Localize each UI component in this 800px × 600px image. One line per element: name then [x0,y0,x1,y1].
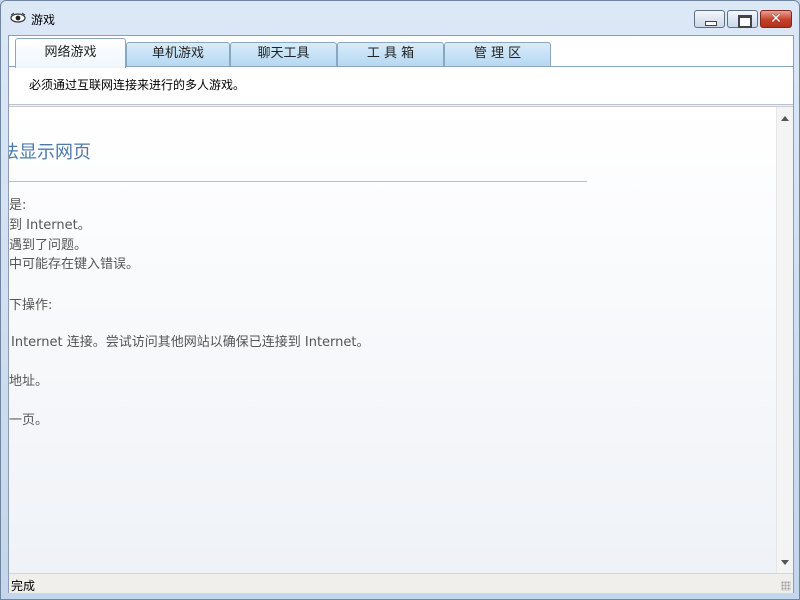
tab-toolbox[interactable]: 工 具 箱 [337,42,444,66]
tab-admin-area[interactable]: 管 理 区 [444,42,551,66]
close-icon: ✕ [770,11,782,27]
tab-strip: 网络游戏 单机游戏 聊天工具 工 具 箱 管 理 区 [9,36,793,68]
error-line: 下操作: [9,298,53,313]
error-line: 地址。 [9,374,49,389]
minimize-icon [695,11,724,27]
error-line: Internet 连接。尝试访问其他网站以确保已连接到 Internet。 [11,335,370,350]
status-text: 完成 [11,579,36,593]
description-panel: 必须通过互联网连接来进行的多人游戏。 [9,67,793,105]
window-title: 游戏 [31,13,56,27]
minimize-button[interactable] [694,10,725,28]
close-button[interactable]: ✕ [760,10,792,28]
error-line: 到 Internet。 [9,218,91,233]
tab-online-games[interactable]: 网络游戏 [15,38,126,68]
scroll-down-icon[interactable] [781,560,789,565]
divider [9,181,587,182]
maximize-button[interactable] [727,10,758,28]
eye-icon [10,12,26,23]
status-bar: 完成 [9,573,793,593]
client-area: 网络游戏 单机游戏 聊天工具 工 具 箱 管 理 区 必须通过互联网连接来进行的… [8,35,794,593]
tab-single-player-games[interactable]: 单机游戏 [126,42,230,66]
title-bar[interactable]: 游戏 ✕ [1,1,799,35]
error-line: 遇到了问题。 [9,238,88,253]
error-line: 是: [9,198,27,213]
web-view[interactable]: 法显示网页 是: 到 Internet。 遇到了问题。 中可能存在键入错误。 下… [9,106,793,573]
error-title: 法显示网页 [9,142,91,163]
vertical-scrollbar[interactable] [776,107,793,573]
resize-grip-icon[interactable] [781,581,791,591]
tab-chat-tools[interactable]: 聊天工具 [230,42,337,66]
app-window: 游戏 ✕ 网络游戏 单机游戏 聊天工具 工 具 箱 管 理 区 必须通过互联网连… [0,0,800,600]
category-description: 必须通过互联网连接来进行的多人游戏。 [29,78,246,92]
scroll-up-icon[interactable] [781,116,789,121]
maximize-icon [728,11,757,28]
error-line: 一页。 [9,413,49,428]
error-line: 中可能存在键入错误。 [9,257,140,272]
